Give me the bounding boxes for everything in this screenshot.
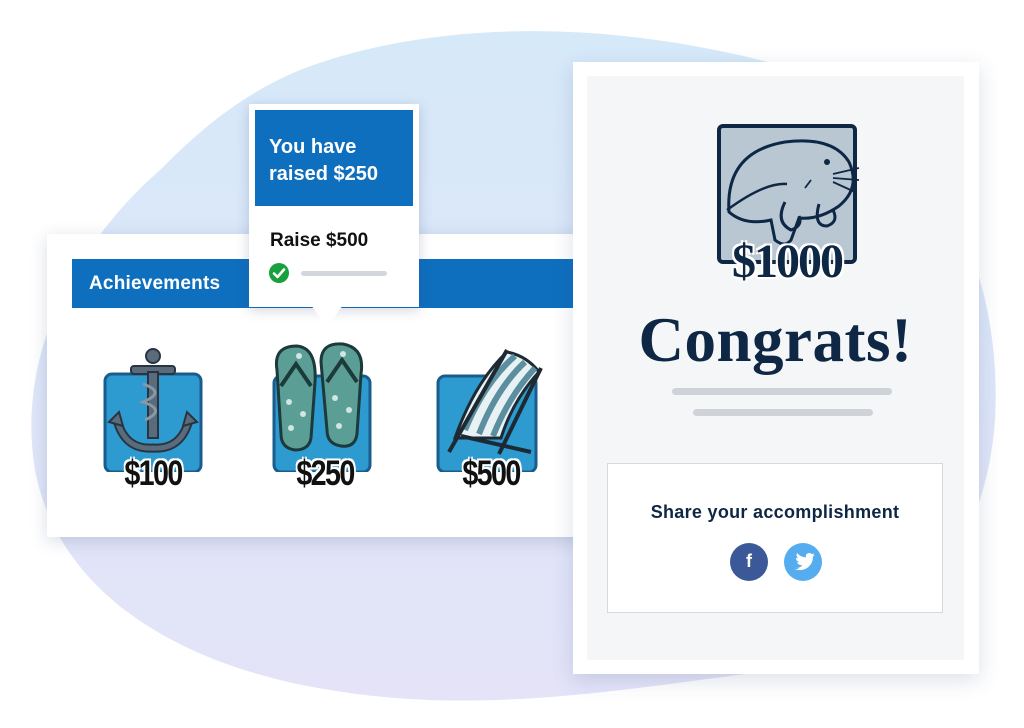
badge-amount: $500 — [462, 454, 521, 493]
twitter-share-button[interactable] — [784, 543, 822, 581]
badge-amount: $250 — [296, 454, 355, 493]
badge-amount-large: $1000 — [732, 235, 844, 288]
placeholder-text-line — [672, 388, 892, 395]
facebook-icon: f — [746, 551, 752, 571]
badge-100[interactable]: $100 — [97, 342, 209, 493]
badge-amount: $100 — [124, 454, 183, 493]
raised-line-1: You have — [269, 136, 357, 158]
raised-line-2: raised $250 — [269, 163, 378, 185]
badge-500[interactable]: $500 — [435, 342, 547, 493]
congrats-headline: Congrats! — [638, 305, 913, 375]
progress-tooltip: You have raised $250 Raise $500 — [249, 104, 419, 307]
badge-250[interactable]: $250 — [269, 342, 381, 493]
congrats-card: $1000 Congrats! Share your accomplishmen… — [573, 62, 979, 674]
share-title: Share your accomplishment — [650, 502, 900, 522]
tooltip-header: You have raised $250 — [255, 110, 413, 206]
share-panel: Share your accomplishment f — [607, 463, 943, 613]
twitter-icon — [794, 552, 815, 571]
congrats-card-inner: $1000 Congrats! Share your accomplishmen… — [587, 76, 964, 660]
badge-1000: $1000 — [715, 122, 860, 292]
flip-flops-icon — [272, 342, 372, 472]
tooltip-arrow — [311, 305, 343, 327]
beach-chair-icon — [436, 349, 543, 472]
facebook-share-button[interactable]: f — [730, 543, 768, 581]
anchor-icon — [103, 348, 203, 472]
raised-amount-text: You have raised $250 — [269, 134, 378, 188]
goal-progress-bar — [301, 271, 387, 276]
goal-text: Raise $500 — [270, 230, 369, 251]
check-circle-icon — [269, 263, 289, 283]
placeholder-text-line — [693, 409, 873, 416]
achievements-title: Achievements — [89, 273, 221, 294]
